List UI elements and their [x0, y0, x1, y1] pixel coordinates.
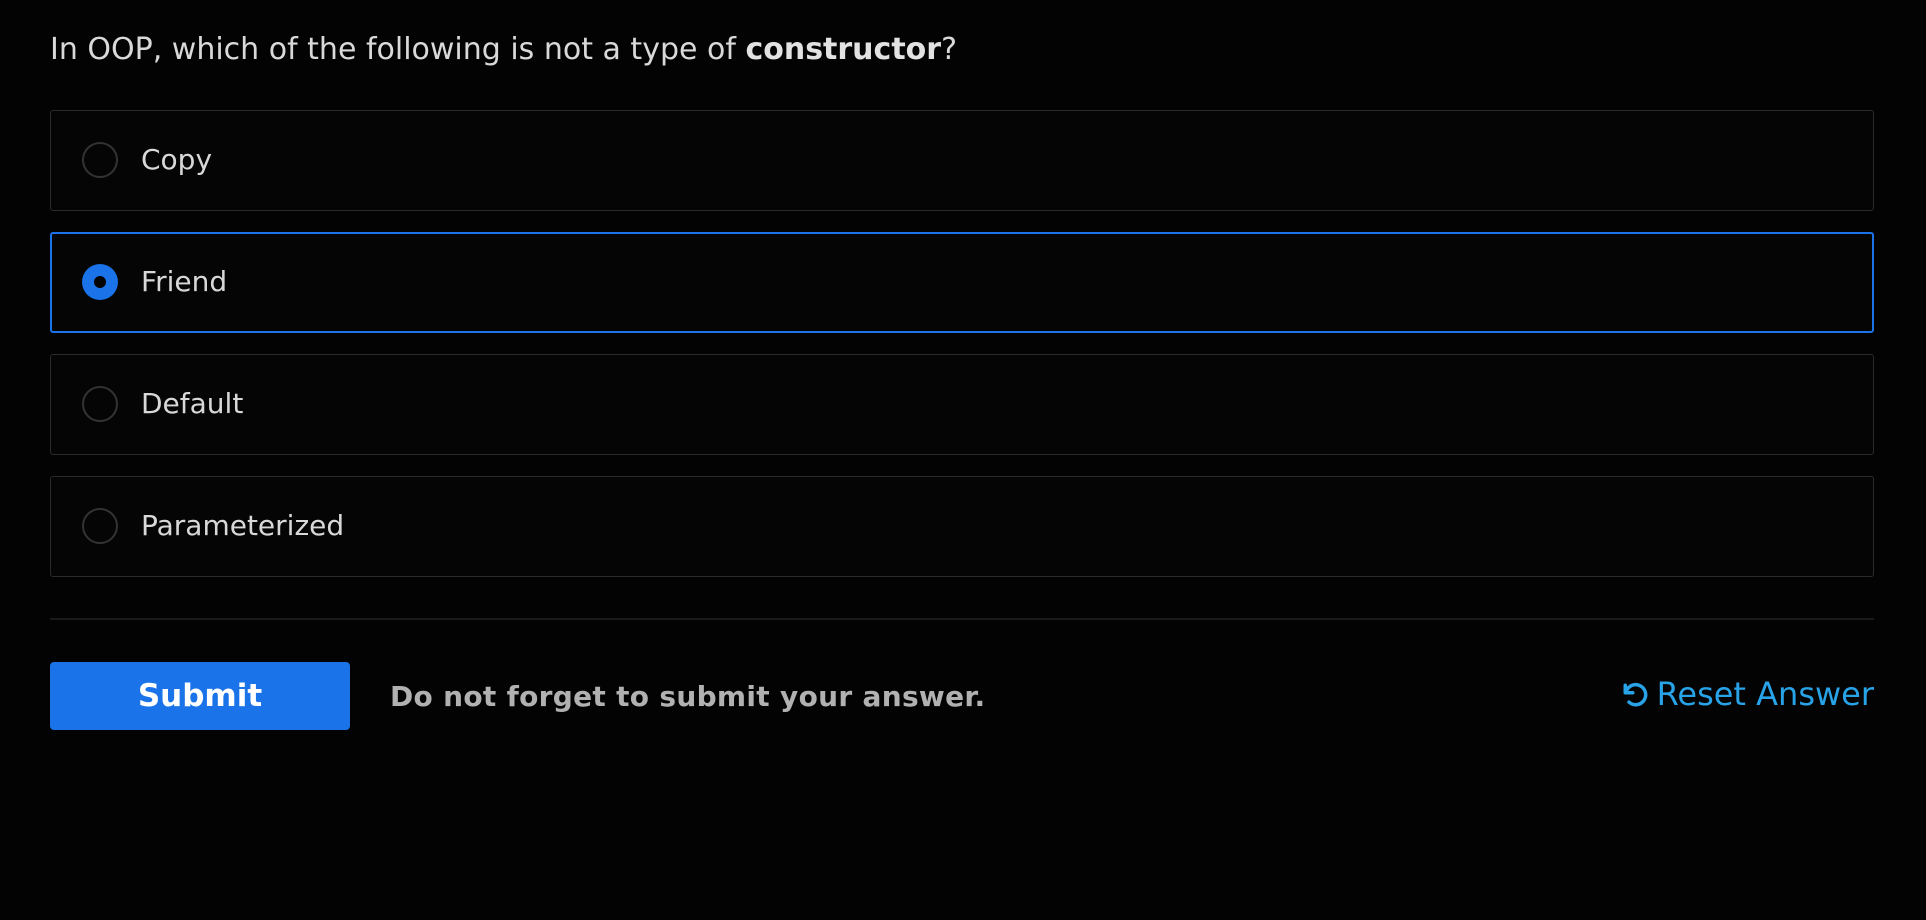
- option-label: Copy: [141, 143, 213, 176]
- divider: [50, 618, 1874, 620]
- reset-answer-button[interactable]: Reset Answer: [1619, 672, 1874, 716]
- option-default[interactable]: Default: [50, 354, 1874, 455]
- option-copy[interactable]: Copy: [50, 110, 1874, 211]
- radio-button[interactable]: [82, 508, 118, 544]
- radio-button-selected[interactable]: [82, 264, 118, 300]
- reset-icon: [1623, 682, 1647, 707]
- reset-label: Reset Answer: [1656, 675, 1874, 713]
- option-label: Friend: [141, 265, 228, 298]
- option-friend[interactable]: Friend: [50, 232, 1874, 333]
- answer-options: Copy Friend Default Parameterized: [50, 110, 1874, 598]
- question-text: In OOP, which of the following is not a …: [50, 28, 957, 72]
- question-suffix: ?: [941, 32, 958, 67]
- option-label: Parameterized: [141, 509, 345, 542]
- option-label: Default: [141, 387, 244, 420]
- radio-button[interactable]: [82, 386, 118, 422]
- submit-button[interactable]: Submit: [50, 662, 350, 730]
- submit-hint: Do not forget to submit your answer.: [390, 680, 986, 713]
- question-emphasis: constructor: [745, 32, 942, 67]
- option-parameterized[interactable]: Parameterized: [50, 476, 1874, 577]
- question-prefix: In OOP, which of the following is not a …: [50, 32, 746, 67]
- quiz-panel: In OOP, which of the following is not a …: [0, 0, 1926, 920]
- radio-button[interactable]: [82, 142, 118, 178]
